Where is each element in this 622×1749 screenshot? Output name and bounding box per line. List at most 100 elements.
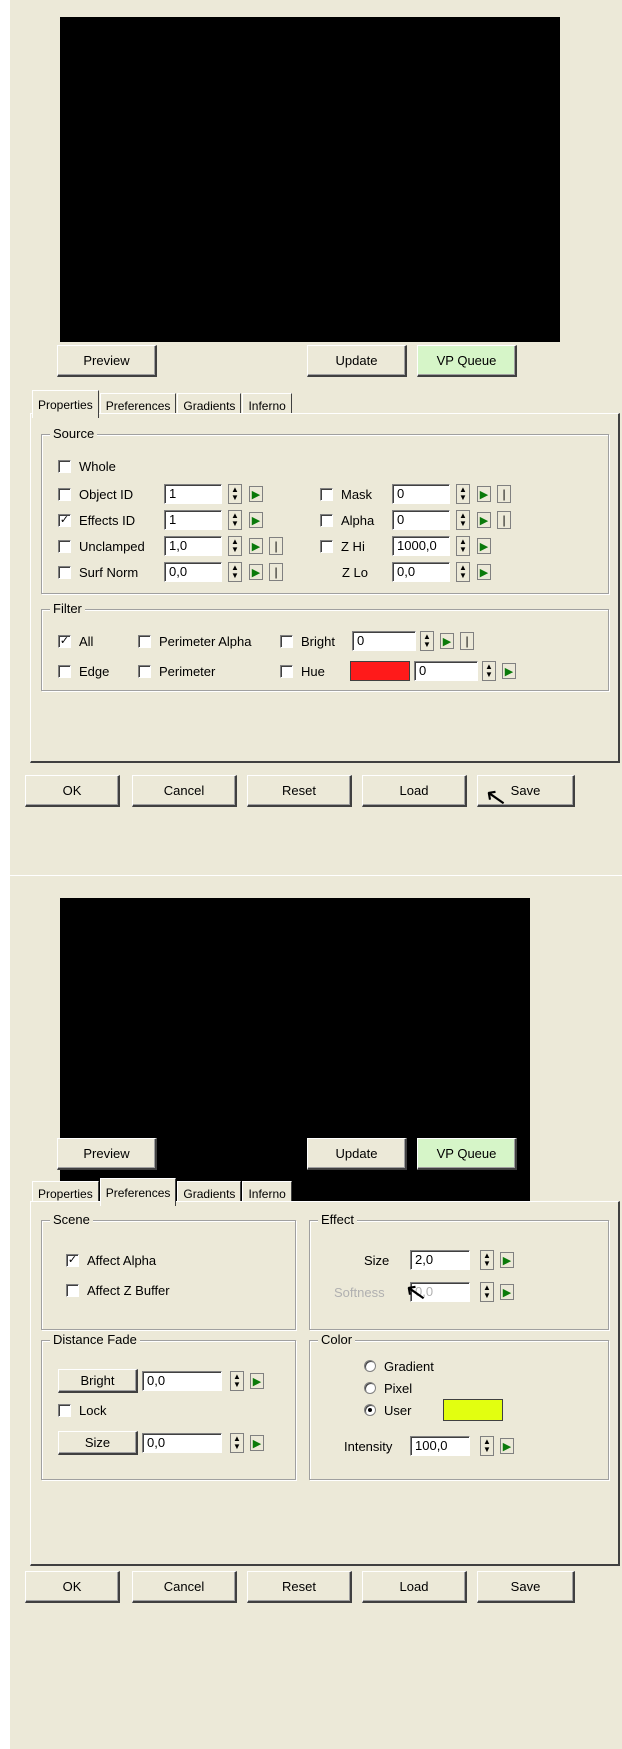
bright-checkbox[interactable]: Bright xyxy=(280,630,335,652)
fade-size-input[interactable]: 0,0 xyxy=(142,1433,222,1453)
alpha-spinner[interactable]: ▲ ▼ xyxy=(456,510,470,530)
object-id-spinner[interactable]: ▲ ▼ xyxy=(228,484,242,504)
checkbox-box[interactable] xyxy=(58,459,71,473)
effects-id-input[interactable]: 1 xyxy=(164,510,222,530)
alpha-checkbox[interactable]: Alpha xyxy=(320,509,374,531)
effect-size-spinner[interactable]: ▲ ▼ xyxy=(480,1250,494,1270)
checkbox-box[interactable] xyxy=(280,634,293,648)
play-icon[interactable]: ▶ xyxy=(477,564,491,580)
checkbox-box[interactable] xyxy=(320,539,333,553)
play-icon[interactable]: ▶ xyxy=(250,1373,264,1389)
checkbox-box[interactable]: ✓ xyxy=(58,513,71,527)
checkbox-box[interactable] xyxy=(58,565,71,579)
checkbox-box[interactable] xyxy=(58,487,71,501)
lock-icon[interactable]: | xyxy=(497,485,511,503)
cancel-button[interactable]: Cancel xyxy=(132,1571,237,1603)
play-icon[interactable]: ▶ xyxy=(477,538,491,554)
checkbox-box[interactable] xyxy=(320,487,333,501)
unclamped-spinner[interactable]: ▲ ▼ xyxy=(228,536,242,556)
checkbox-box[interactable] xyxy=(58,1403,71,1417)
affect-alpha-checkbox[interactable]: ✓ Affect Alpha xyxy=(66,1249,156,1271)
lock-icon[interactable]: | xyxy=(460,632,474,650)
play-icon[interactable]: ▶ xyxy=(502,663,516,679)
preview-button[interactable]: Preview xyxy=(57,345,157,377)
perimeter-checkbox[interactable]: Perimeter xyxy=(138,660,215,682)
user-radio[interactable]: User xyxy=(364,1399,411,1421)
checkbox-box[interactable] xyxy=(320,513,333,527)
vp-queue-button[interactable]: VP Queue xyxy=(417,345,517,377)
size-button[interactable]: Size xyxy=(58,1431,138,1455)
object-id-input[interactable]: 1 xyxy=(164,484,222,504)
ok-button[interactable]: OK xyxy=(25,1571,120,1603)
whole-checkbox[interactable]: Whole xyxy=(58,455,116,477)
play-icon[interactable]: ▶ xyxy=(500,1252,514,1268)
reset-button[interactable]: Reset xyxy=(247,1571,352,1603)
ok-button[interactable]: OK xyxy=(25,775,120,807)
gradient-radio[interactable]: Gradient xyxy=(364,1355,434,1377)
bright-button[interactable]: Bright xyxy=(58,1369,138,1393)
load-button[interactable]: Load xyxy=(362,1571,467,1603)
play-icon[interactable]: ▶ xyxy=(477,486,491,502)
play-icon[interactable]: ▶ xyxy=(440,633,454,649)
fade-bright-spinner[interactable]: ▲ ▼ xyxy=(230,1371,244,1391)
mask-spinner[interactable]: ▲ ▼ xyxy=(456,484,470,504)
play-icon[interactable]: ▶ xyxy=(249,564,263,580)
hue-color-swatch[interactable] xyxy=(350,661,410,681)
effects-id-spinner[interactable]: ▲ ▼ xyxy=(228,510,242,530)
pixel-radio[interactable]: Pixel xyxy=(364,1377,412,1399)
lock-checkbox[interactable]: Lock xyxy=(58,1399,106,1421)
cancel-button[interactable]: Cancel xyxy=(132,775,237,807)
mask-checkbox[interactable]: Mask xyxy=(320,483,372,505)
surf-norm-checkbox[interactable]: Surf Norm xyxy=(58,561,138,583)
intensity-spinner[interactable]: ▲ ▼ xyxy=(480,1436,494,1456)
unclamped-input[interactable]: 1,0 xyxy=(164,536,222,556)
lock-icon[interactable]: | xyxy=(269,563,283,581)
perimeter-alpha-checkbox[interactable]: Perimeter Alpha xyxy=(138,630,252,652)
checkbox-box[interactable]: ✓ xyxy=(58,634,71,648)
mask-input[interactable]: 0 xyxy=(392,484,450,504)
checkbox-box[interactable] xyxy=(66,1283,79,1297)
z-hi-spinner[interactable]: ▲ ▼ xyxy=(456,536,470,556)
surf-norm-spinner[interactable]: ▲ ▼ xyxy=(228,562,242,582)
checkbox-box[interactable] xyxy=(280,664,293,678)
update-button[interactable]: Update xyxy=(307,345,407,377)
z-hi-input[interactable]: 1000,0 xyxy=(392,536,450,556)
radio-circle[interactable] xyxy=(364,1404,376,1416)
hue-checkbox[interactable]: Hue xyxy=(280,660,325,682)
tab-preferences[interactable]: Preferences xyxy=(99,1178,177,1206)
z-lo-spinner[interactable]: ▲ ▼ xyxy=(456,562,470,582)
hue-input[interactable]: 0 xyxy=(414,661,478,681)
play-icon[interactable]: ▶ xyxy=(500,1438,514,1454)
z-hi-checkbox[interactable]: Z Hi xyxy=(320,535,365,557)
checkbox-box[interactable] xyxy=(58,539,71,553)
hue-spinner[interactable]: ▲ ▼ xyxy=(482,661,496,681)
effects-id-checkbox[interactable]: ✓ Effects ID xyxy=(58,509,135,531)
play-icon[interactable]: ▶ xyxy=(477,512,491,528)
bright-spinner[interactable]: ▲ ▼ xyxy=(420,631,434,651)
reset-button[interactable]: Reset xyxy=(247,775,352,807)
vp-queue-button[interactable]: VP Queue xyxy=(417,1138,517,1170)
bright-input[interactable]: 0 xyxy=(352,631,416,651)
user-color-swatch[interactable] xyxy=(443,1399,503,1421)
lock-icon[interactable]: | xyxy=(269,537,283,555)
play-icon[interactable]: ▶ xyxy=(249,538,263,554)
fade-bright-input[interactable]: 0,0 xyxy=(142,1371,222,1391)
play-icon[interactable]: ▶ xyxy=(250,1435,264,1451)
intensity-input[interactable]: 100,0 xyxy=(410,1436,470,1456)
preview-button[interactable]: Preview xyxy=(57,1138,157,1170)
surf-norm-input[interactable]: 0,0 xyxy=(164,562,222,582)
object-id-checkbox[interactable]: Object ID xyxy=(58,483,133,505)
edge-checkbox[interactable]: Edge xyxy=(58,660,109,682)
load-button[interactable]: Load xyxy=(362,775,467,807)
fade-size-spinner[interactable]: ▲ ▼ xyxy=(230,1433,244,1453)
checkbox-box[interactable] xyxy=(58,664,71,678)
update-button[interactable]: Update xyxy=(307,1138,407,1170)
play-icon[interactable]: ▶ xyxy=(249,486,263,502)
checkbox-box[interactable] xyxy=(138,634,151,648)
effect-size-input[interactable]: 2,0 xyxy=(410,1250,470,1270)
radio-circle[interactable] xyxy=(364,1382,376,1394)
checkbox-box[interactable] xyxy=(138,664,151,678)
affect-z-buffer-checkbox[interactable]: Affect Z Buffer xyxy=(66,1279,170,1301)
alpha-input[interactable]: 0 xyxy=(392,510,450,530)
unclamped-checkbox[interactable]: Unclamped xyxy=(58,535,145,557)
